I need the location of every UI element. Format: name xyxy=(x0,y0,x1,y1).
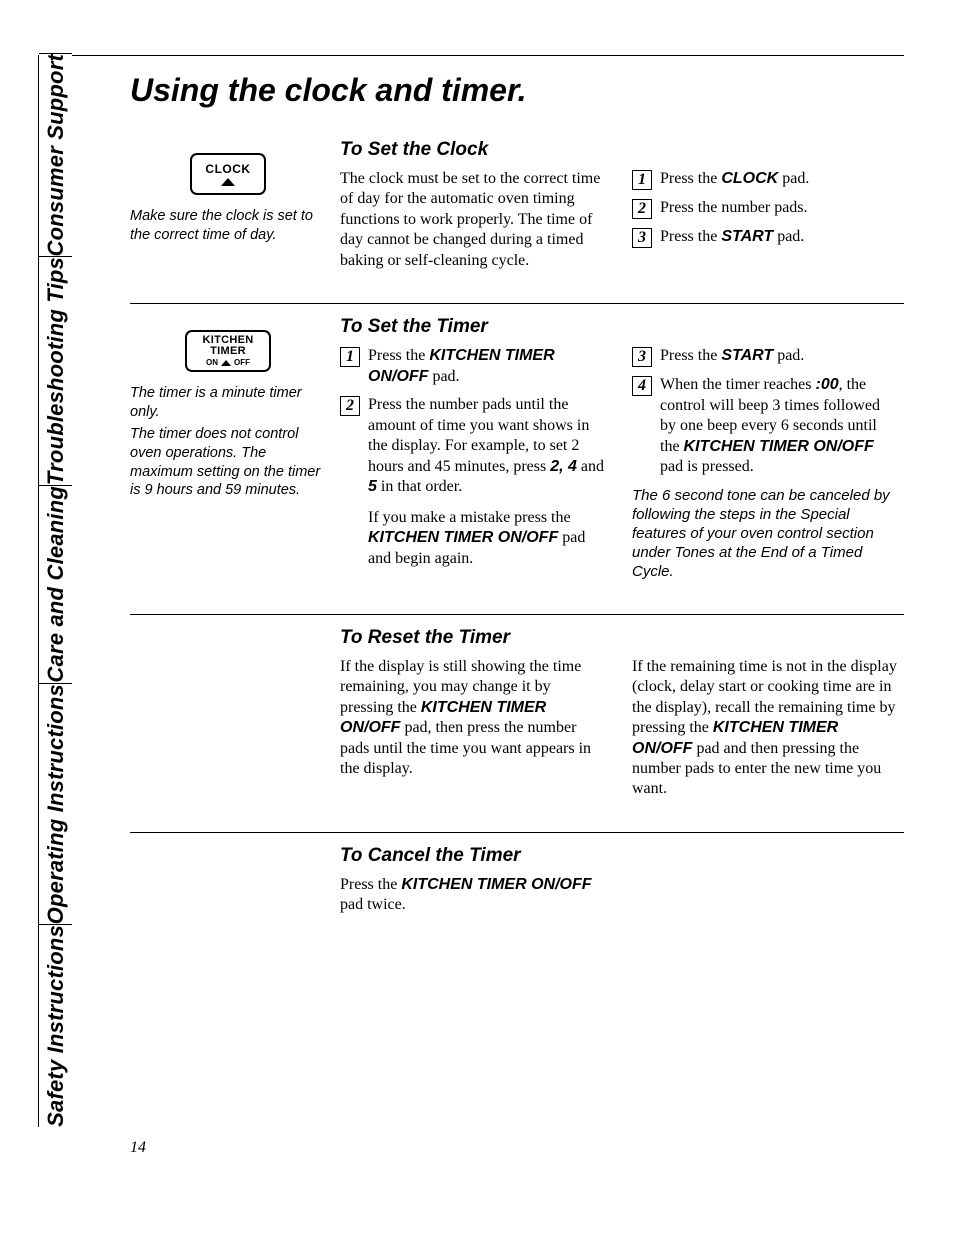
tab-label: Troubleshooting Tips xyxy=(43,257,69,485)
step-2: 2Press the number pads until the amount … xyxy=(340,395,606,569)
reset-left-text: If the display is still showing the time… xyxy=(340,657,606,780)
kitchen-timer-button-illustration: KITCHEN TIMER ON OFF xyxy=(130,330,326,372)
up-arrow-icon xyxy=(221,178,235,186)
step-number-icon: 3 xyxy=(632,228,652,248)
section-set-clock: CLOCK Make sure the clock is set to the … xyxy=(130,127,904,303)
step-1: 1Press the KITCHEN TIMER ON/OFF pad. xyxy=(340,346,606,387)
cancel-text: Press the KITCHEN TIMER ON/OFF pad twice… xyxy=(340,875,606,916)
section-heading: To Set the Timer xyxy=(340,316,898,338)
tab-consumer-support[interactable]: Consumer Support xyxy=(39,53,72,256)
timer-left-steps: 1Press the KITCHEN TIMER ON/OFF pad. 2Pr… xyxy=(340,346,606,569)
tab-safety-instructions[interactable]: Safety Instructions xyxy=(39,924,72,1127)
step-2: 2Press the number pads. xyxy=(632,198,898,219)
timer-note: The 6 second tone can be canceled by fol… xyxy=(632,486,898,582)
up-arrow-icon xyxy=(221,360,231,366)
step-3: 3Press the START pad. xyxy=(632,346,898,367)
section-cancel-timer: To Cancel the Timer Press the KITCHEN TI… xyxy=(130,832,904,948)
section-set-timer: KITCHEN TIMER ON OFF The timer is a minu… xyxy=(130,303,904,613)
clock-pad-label: CLOCK xyxy=(205,162,250,176)
step-number-icon: 1 xyxy=(632,170,652,190)
timer-right-steps: 3Press the START pad. 4When the timer re… xyxy=(632,346,898,477)
step-1: 1Press the CLOCK pad. xyxy=(632,169,898,190)
tab-troubleshooting-tips[interactable]: Troubleshooting Tips xyxy=(39,256,72,485)
step-number-icon: 1 xyxy=(340,347,360,367)
clock-caption: Make sure the clock is set to the correc… xyxy=(130,207,326,244)
section-heading: To Set the Clock xyxy=(340,139,898,161)
tab-label: Operating Instructions xyxy=(43,684,69,924)
kitchen-timer-pad-icon: KITCHEN TIMER ON OFF xyxy=(185,330,271,372)
clock-steps: 1Press the CLOCK pad. 2Press the number … xyxy=(632,169,898,248)
clock-button-illustration: CLOCK xyxy=(130,153,326,195)
section-reset-timer: To Reset the Timer If the display is sti… xyxy=(130,614,904,832)
step-number-icon: 4 xyxy=(632,376,652,396)
tab-care-and-cleaning[interactable]: Care and Cleaning xyxy=(39,485,72,683)
tab-label: Consumer Support xyxy=(43,54,69,256)
tab-label: Safety Instructions xyxy=(43,925,69,1127)
tab-label: Care and Cleaning xyxy=(43,486,69,683)
page-number: 14 xyxy=(130,1139,146,1157)
page-title: Using the clock and timer. xyxy=(72,56,904,127)
section-heading: To Cancel the Timer xyxy=(340,845,898,867)
step-number-icon: 2 xyxy=(340,396,360,416)
step-4: 4When the timer reaches :00, the control… xyxy=(632,375,898,477)
section-heading: To Reset the Timer xyxy=(340,627,898,649)
clock-intro: The clock must be set to the correct tim… xyxy=(340,169,606,271)
reset-right-text: If the remaining time is not in the disp… xyxy=(632,657,898,800)
tab-operating-instructions[interactable]: Operating Instructions xyxy=(39,683,72,924)
clock-pad-icon: CLOCK xyxy=(190,153,266,195)
side-tabs: Safety Instructions Operating Instructio… xyxy=(38,55,72,1127)
step-3: 3Press the START pad. xyxy=(632,227,898,248)
step-number-icon: 3 xyxy=(632,347,652,367)
step-number-icon: 2 xyxy=(632,199,652,219)
timer-caption: The timer is a minute timer only. The ti… xyxy=(130,384,326,499)
page-frame: Using the clock and timer. CLOCK Make su… xyxy=(72,55,904,948)
